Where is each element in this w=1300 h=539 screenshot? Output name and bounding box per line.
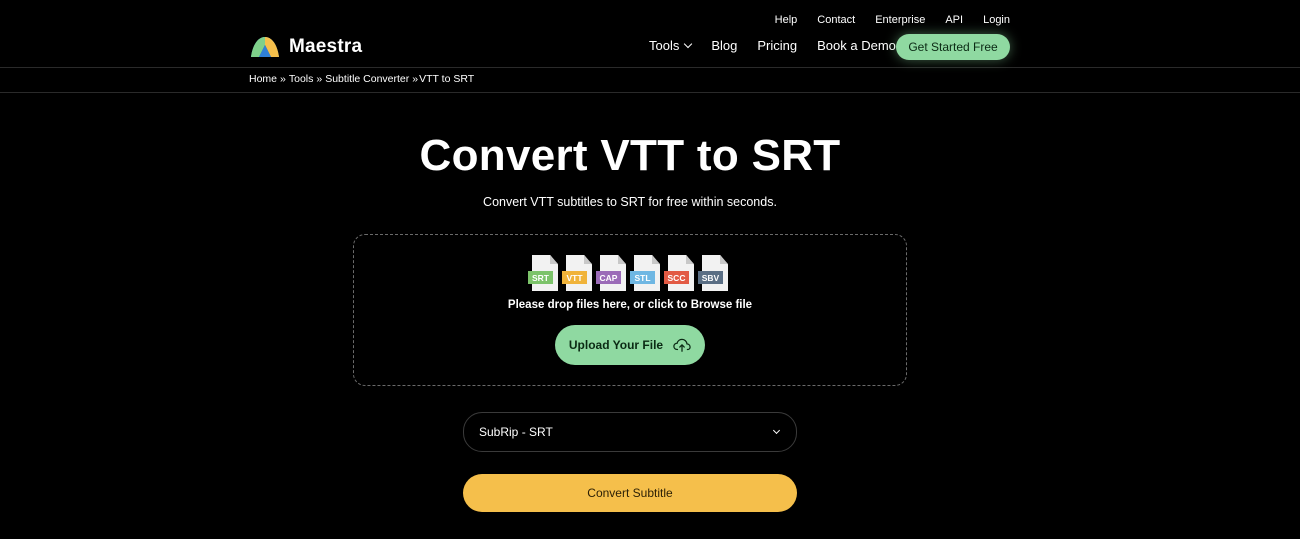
upload-button-label: Upload Your File bbox=[568, 338, 664, 352]
upload-file-button[interactable]: Upload Your File bbox=[555, 325, 705, 365]
chevron-down-icon bbox=[772, 426, 781, 435]
breadcrumb-current: VTT to SRT bbox=[419, 73, 475, 85]
brand-name: Maestra bbox=[289, 36, 363, 57]
dropzone-hint: Please drop files here, or click to Brow… bbox=[507, 299, 753, 311]
main-nav: Tools Blog Pricing Book a Demo bbox=[649, 38, 916, 53]
breadcrumb: Home » Tools » Subtitle Converter » VTT … bbox=[249, 73, 474, 85]
nav-blog-link[interactable]: Blog bbox=[711, 38, 737, 53]
get-started-button[interactable]: Get Started Free bbox=[896, 34, 1010, 60]
breadcrumb-separator: » bbox=[412, 73, 419, 85]
nav-tools-label: Tools bbox=[649, 38, 680, 53]
format-icons: SRT VTT CAP STL SCC SBV bbox=[528, 255, 728, 291]
file-icon-label: SRT bbox=[528, 271, 553, 284]
breadcrumb-home[interactable]: Home bbox=[249, 73, 277, 85]
sbv-file-icon: SBV bbox=[698, 255, 728, 291]
file-icon-label: VTT bbox=[562, 271, 587, 284]
cap-file-icon: CAP bbox=[596, 255, 626, 291]
nav-pricing-link[interactable]: Pricing bbox=[757, 38, 797, 53]
convert-subtitle-button[interactable]: Convert Subtitle bbox=[463, 474, 797, 512]
page-subtitle: Convert VTT subtitles to SRT for free wi… bbox=[483, 195, 777, 209]
nav-tools-dropdown[interactable]: Tools bbox=[649, 38, 693, 53]
chevron-down-icon bbox=[684, 39, 693, 49]
utility-nav: Help Contact Enterprise API Login bbox=[775, 14, 1010, 26]
nav-api-link[interactable]: API bbox=[945, 14, 963, 26]
vtt-file-icon: VTT bbox=[562, 255, 592, 291]
maestra-logo-icon bbox=[251, 37, 279, 57]
srt-file-icon: SRT bbox=[528, 255, 558, 291]
nav-contact-link[interactable]: Contact bbox=[817, 14, 855, 26]
output-format-select[interactable]: SubRip - SRT bbox=[463, 412, 797, 452]
file-icon-label: STL bbox=[630, 271, 655, 284]
file-icon-label: SCC bbox=[664, 271, 689, 284]
scc-file-icon: SCC bbox=[664, 255, 694, 291]
file-icon-label: SBV bbox=[698, 271, 723, 284]
top-navigation: Maestra Help Contact Enterprise API Logi… bbox=[0, 0, 1300, 68]
file-dropzone[interactable]: SRT VTT CAP STL SCC SBV Please drop file… bbox=[353, 234, 907, 386]
stl-file-icon: STL bbox=[630, 255, 660, 291]
nav-login-link[interactable]: Login bbox=[983, 14, 1010, 26]
nav-help-link[interactable]: Help bbox=[775, 14, 798, 26]
breadcrumb-subtitle-converter[interactable]: Subtitle Converter bbox=[325, 73, 409, 85]
breadcrumb-bar: Home » Tools » Subtitle Converter » VTT … bbox=[0, 68, 1300, 93]
brand-logo[interactable]: Maestra bbox=[249, 33, 362, 61]
breadcrumb-separator: » bbox=[316, 73, 323, 85]
cloud-upload-icon bbox=[673, 338, 691, 352]
nav-demo-link[interactable]: Book a Demo bbox=[817, 38, 896, 53]
page-title: Convert VTT to SRT bbox=[419, 131, 841, 180]
breadcrumb-separator: » bbox=[280, 73, 286, 85]
nav-enterprise-link[interactable]: Enterprise bbox=[875, 14, 925, 26]
breadcrumb-tools[interactable]: Tools bbox=[289, 73, 314, 85]
output-format-value: SubRip - SRT bbox=[479, 425, 553, 439]
file-icon-label: CAP bbox=[596, 271, 621, 284]
